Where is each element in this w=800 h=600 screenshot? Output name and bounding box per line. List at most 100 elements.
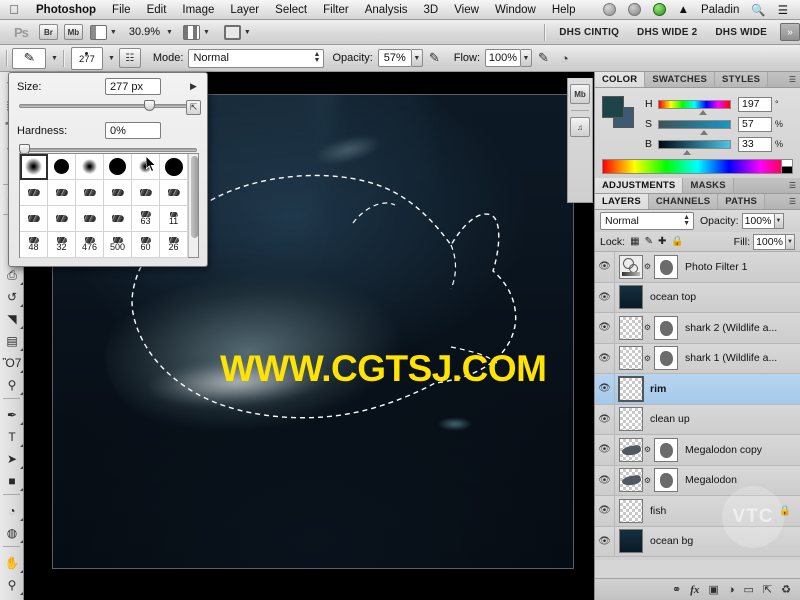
- new-layer-button[interactable]: ⇱: [763, 583, 772, 596]
- 3d-rotate-tool[interactable]: ◔: [0, 500, 24, 522]
- brush-preset-item[interactable]: 32: [48, 232, 76, 258]
- layer-name[interactable]: clean up: [650, 413, 690, 425]
- layers-panel-tabs[interactable]: LAYERS CHANNELS PATHS ☰: [595, 194, 800, 210]
- hue-slider[interactable]: [658, 99, 731, 109]
- brush-preset-item[interactable]: [20, 180, 48, 206]
- brush-preset-item[interactable]: [76, 180, 104, 206]
- brightness-row[interactable]: B 33 %: [645, 134, 794, 154]
- more-workspaces-button[interactable]: »: [780, 23, 800, 41]
- menu-filter[interactable]: Filter: [315, 0, 357, 20]
- layer-link-icon[interactable]: ⚙: [643, 323, 652, 332]
- layer-link-icon[interactable]: ⚙: [643, 445, 652, 454]
- list-icon[interactable]: ☰: [772, 3, 794, 17]
- airbrush-icon[interactable]: ◔: [561, 51, 569, 66]
- tab-styles[interactable]: STYLES: [715, 72, 769, 87]
- 3d-orbit-tool[interactable]: ◍: [0, 522, 24, 544]
- layer-name[interactable]: fish: [650, 505, 666, 517]
- flow-input[interactable]: 100%: [485, 49, 521, 67]
- type-tool[interactable]: T: [0, 426, 24, 448]
- bridge-button[interactable]: Br: [38, 24, 58, 40]
- panel-menu-icon[interactable]: ▶: [186, 79, 201, 94]
- brush-preset-item[interactable]: [20, 206, 48, 232]
- gradient-tool[interactable]: ▤: [0, 330, 24, 352]
- brush-preset-picker[interactable]: 277: [70, 46, 103, 70]
- brush-grid-scrollbar[interactable]: [188, 154, 198, 257]
- layer-row[interactable]: 👁 ⚙ shark 1 (Wildlife a...: [595, 343, 800, 374]
- tab-layers[interactable]: LAYERS: [595, 194, 649, 209]
- eraser-tool[interactable]: ◥: [0, 308, 24, 330]
- menu-layer[interactable]: Layer: [222, 0, 267, 20]
- lock-transparency-icon[interactable]: ▦: [630, 236, 639, 247]
- collapsed-panel-dock[interactable]: Mb ♫: [567, 78, 593, 203]
- brush-preset-item[interactable]: 500: [104, 232, 132, 258]
- arrange-documents-icon[interactable]: ▼: [182, 24, 210, 40]
- brush-preset-item[interactable]: [132, 154, 160, 180]
- layer-visibility-toggle[interactable]: 👁: [595, 496, 615, 526]
- brush-tool-icon[interactable]: ✎: [12, 47, 46, 69]
- brush-preset-item[interactable]: 476: [76, 232, 104, 258]
- hue-value[interactable]: 197: [738, 96, 772, 112]
- layer-visibility-toggle[interactable]: 👁: [595, 252, 615, 282]
- layer-name[interactable]: rim: [650, 383, 666, 395]
- saturation-row[interactable]: S 57 %: [645, 114, 794, 134]
- layer-row[interactable]: 👁 ⚙ shark 2 (Wildlife a...: [595, 313, 800, 344]
- blend-mode-select[interactable]: Normal ▲ ▼: [188, 48, 325, 68]
- brush-preset-item[interactable]: [160, 154, 188, 180]
- layer-thumbnail[interactable]: [619, 437, 643, 462]
- brush-preset-item[interactable]: [104, 206, 132, 232]
- layer-mask-thumbnail[interactable]: [654, 437, 678, 462]
- history-brush-tool[interactable]: ↺: [0, 286, 24, 308]
- brightness-value[interactable]: 33: [738, 136, 772, 152]
- opacity-dropdown-icon[interactable]: ▼: [411, 49, 423, 67]
- layer-link-icon[interactable]: ⚙: [643, 262, 652, 271]
- minibridge-icon[interactable]: Mb: [570, 84, 590, 104]
- layer-fill-dropdown-icon[interactable]: ▼: [786, 233, 795, 250]
- layer-visibility-toggle[interactable]: 👁: [595, 435, 615, 465]
- layer-row[interactable]: 👁 ⚙ Photo Filter 1: [595, 252, 800, 283]
- layer-blend-mode-select[interactable]: Normal ▲ ▼: [600, 212, 694, 230]
- layer-thumbnail[interactable]: [619, 346, 643, 371]
- layer-row[interactable]: 👁 ocean bg: [595, 526, 800, 557]
- layer-thumbnail[interactable]: [619, 529, 643, 554]
- workspace-dhs-wide-2[interactable]: DHS WIDE 2: [628, 27, 706, 38]
- menu-window[interactable]: Window: [487, 0, 544, 20]
- adjustments-panel-menu-icon[interactable]: ☰: [789, 181, 796, 190]
- apple-icon[interactable]: : [0, 3, 28, 16]
- layer-row[interactable]: 👁 ⚙ Megalodon copy: [595, 435, 800, 466]
- layer-name[interactable]: Megalodon copy: [685, 444, 762, 456]
- tab-adjustments[interactable]: ADJUSTMENTS: [595, 178, 684, 193]
- lock-all-icon[interactable]: 🔒: [671, 236, 683, 247]
- adjustments-panel-tabs[interactable]: ADJUSTMENTS MASKS ☰: [595, 178, 800, 194]
- color-foreground-swatch[interactable]: [602, 96, 624, 118]
- layer-name[interactable]: shark 1 (Wildlife a...: [685, 352, 777, 364]
- brush-preset-item[interactable]: [132, 180, 160, 206]
- link-layers-button[interactable]: ⚭: [672, 583, 681, 596]
- layer-name[interactable]: Megalodon: [685, 474, 737, 486]
- brush-preset-item[interactable]: [104, 180, 132, 206]
- brush-preset-item[interactable]: [76, 154, 104, 180]
- new-group-button[interactable]: ▭: [744, 583, 754, 596]
- blur-tool[interactable]: Ὂ7: [0, 352, 24, 374]
- layer-visibility-toggle[interactable]: 👁: [595, 313, 615, 343]
- menu-view[interactable]: View: [446, 0, 487, 20]
- layer-thumbnail[interactable]: [619, 254, 643, 279]
- menubar-user[interactable]: Paladin: [695, 4, 745, 16]
- layer-row[interactable]: 👁 fish 🔒: [595, 496, 800, 527]
- brush-preset-item[interactable]: [48, 180, 76, 206]
- layer-style-button[interactable]: fx: [690, 584, 699, 596]
- workspace-dhs-cintiq[interactable]: DHS CINTIQ: [550, 27, 628, 38]
- layer-name[interactable]: shark 2 (Wildlife a...: [685, 322, 777, 334]
- workspace-dhs-wide[interactable]: DHS WIDE: [706, 27, 776, 38]
- layer-visibility-toggle[interactable]: 👁: [595, 404, 615, 434]
- search-icon[interactable]: 🔍: [745, 3, 771, 17]
- menu-image[interactable]: Image: [174, 0, 222, 20]
- menu-help[interactable]: Help: [544, 0, 584, 20]
- layer-mask-thumbnail[interactable]: [654, 254, 678, 279]
- path-selection-tool[interactable]: ➤: [0, 448, 24, 470]
- delete-layer-button[interactable]: ♻: [781, 583, 791, 596]
- brush-size-slider[interactable]: [19, 100, 197, 112]
- layer-name[interactable]: ocean top: [650, 291, 696, 303]
- pen-tool[interactable]: ✒: [0, 404, 24, 426]
- layer-thumbnail[interactable]: [619, 285, 643, 310]
- layer-mask-thumbnail[interactable]: [654, 468, 678, 493]
